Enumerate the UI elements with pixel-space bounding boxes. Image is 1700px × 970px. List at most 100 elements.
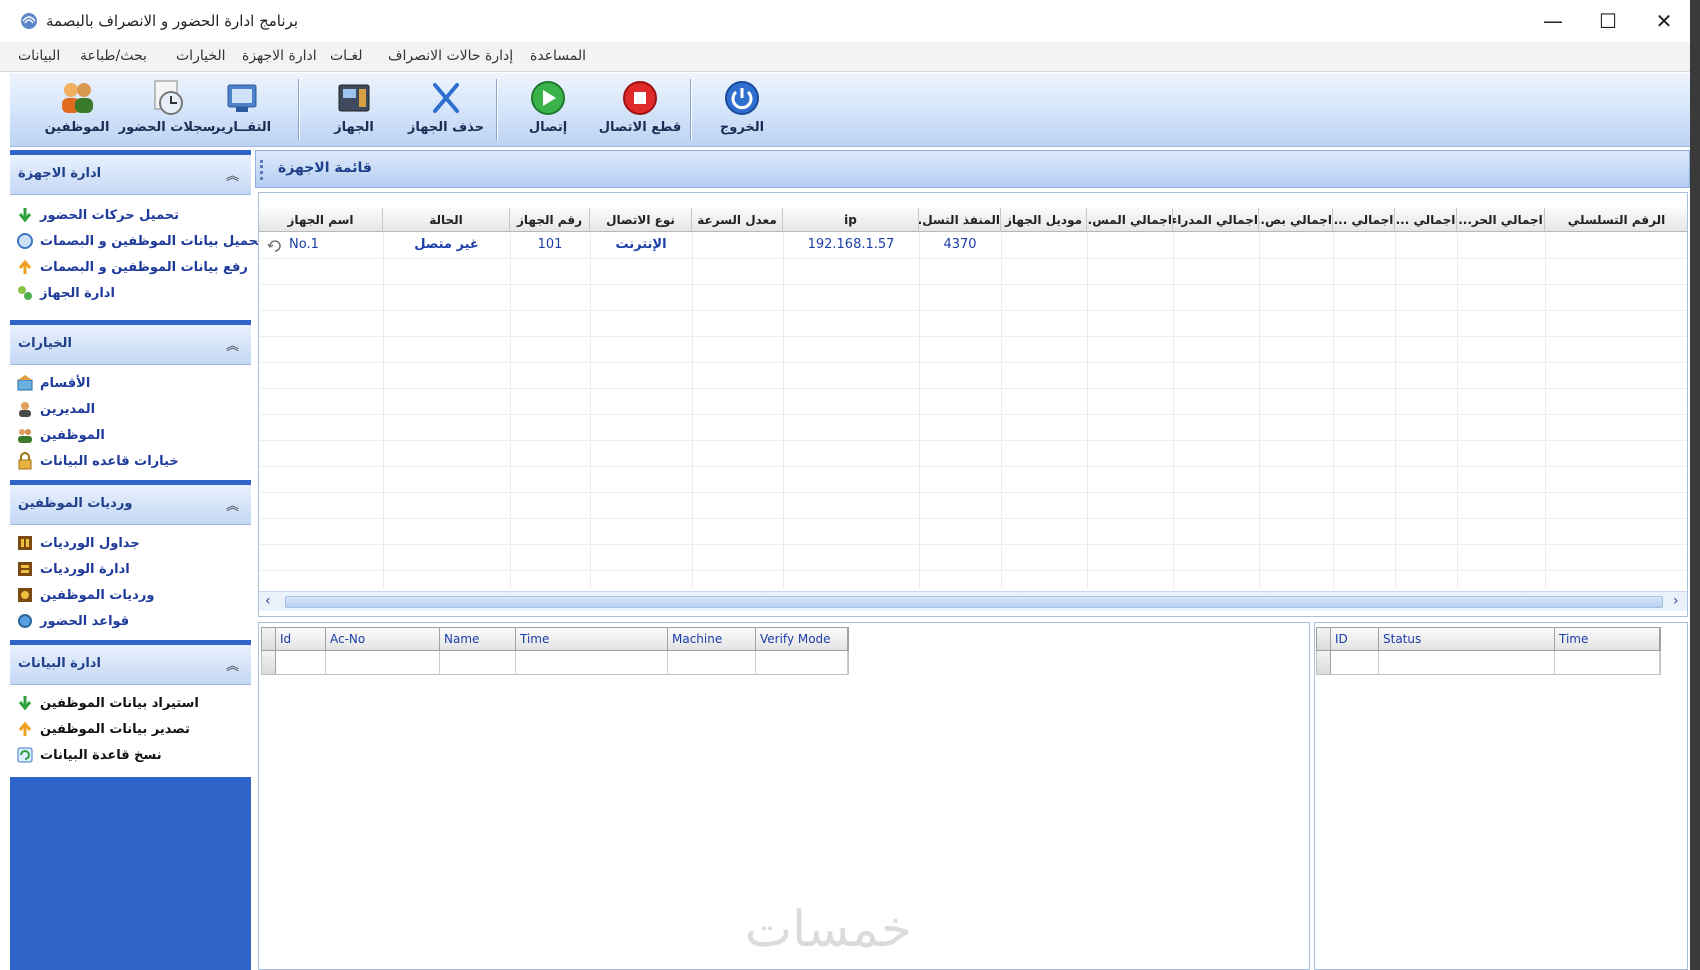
sidebar-item-export-employees[interactable]: تصدير بيانات الموظفين [16, 717, 190, 741]
collapse-icon[interactable]: ︽ [226, 335, 239, 354]
exit-button[interactable]: الخروج [692, 79, 792, 143]
column-header-total-a[interactable]: اجمالي ... [1333, 208, 1395, 232]
cell-device-no[interactable]: 101 [510, 237, 590, 252]
row-selector[interactable] [262, 651, 276, 674]
column-header-total-fp[interactable]: اجمالي بص... [1259, 208, 1333, 232]
column-header-machine[interactable]: Machine [668, 628, 756, 650]
cell-connection-type[interactable]: الإنترنت [590, 237, 692, 252]
sidebar-item-manage-shifts[interactable]: ادارة الورديات [16, 557, 130, 581]
menu-leave-states[interactable]: إدارة حالات الانصراف [388, 48, 513, 64]
table-cell[interactable] [276, 651, 326, 674]
column-header-ip[interactable]: ip [783, 208, 919, 232]
scrollbar-thumb[interactable] [285, 596, 1663, 608]
column-header-id[interactable]: Id [276, 628, 326, 650]
lock-icon [18, 452, 32, 470]
sidebar-item-employees[interactable]: الموظفين [16, 423, 105, 447]
minimize-button[interactable]: — [1525, 0, 1581, 42]
play-icon [531, 81, 565, 115]
grid-line [510, 233, 511, 588]
column-header-verify-mode[interactable]: Verify Mode [756, 628, 848, 650]
menu-options[interactable]: الخيارات [176, 48, 226, 64]
column-header-total-users[interactable]: اجمالي المس... [1087, 208, 1173, 232]
column-header-name[interactable]: Name [440, 628, 516, 650]
column-header-device-name[interactable]: اسم الجهاز [259, 208, 383, 232]
table-cell[interactable] [440, 651, 516, 674]
sidebar-item-employee-shifts[interactable]: ورديات الموظفين [16, 583, 154, 607]
menu-data[interactable]: البيانات [18, 48, 60, 64]
panel-title: ادارة البيانات [18, 656, 101, 671]
sidebar-item-label: ادارة الورديات [40, 561, 130, 577]
column-header-serial[interactable]: الرقم التسلسلي [1545, 208, 1687, 232]
table-cell[interactable] [1379, 651, 1555, 674]
table-cell[interactable] [516, 651, 668, 674]
employees-button[interactable]: الموظفين [27, 79, 127, 143]
employees-label: الموظفين [44, 120, 110, 135]
column-header-status-id[interactable]: ID [1331, 628, 1379, 650]
column-header-ac-no[interactable]: Ac-No [326, 628, 440, 650]
connect-button[interactable]: إتصال [498, 79, 598, 143]
column-header-model[interactable]: موديل الجهاز [1001, 208, 1087, 232]
column-header-port[interactable]: المنفذ التسل... [919, 208, 1001, 232]
panel-header[interactable]: ورديات الموظفين ︽ [10, 485, 251, 525]
column-header-total-b[interactable]: اجمالي ... [1395, 208, 1457, 232]
toolbar-separator [496, 79, 497, 141]
collapse-icon[interactable]: ︽ [226, 655, 239, 674]
sidebar-item-departments[interactable]: الأقسام [16, 371, 90, 395]
device-button[interactable]: الجهاز [304, 79, 404, 143]
reports-button[interactable]: التقــارير [192, 79, 292, 143]
column-header-time[interactable]: Time [516, 628, 668, 650]
column-header-status[interactable]: Status [1379, 628, 1555, 650]
cell-ip[interactable]: 192.168.1.57 [783, 237, 919, 252]
sidebar-item-upload-employees[interactable]: رفع بيانات الموظفين و البصمات [16, 255, 248, 279]
sidebar-item-manage-device[interactable]: ادارة الجهاز [16, 281, 115, 305]
menu-device-mgmt[interactable]: ادارة الاجهزة [242, 48, 317, 64]
panel-header[interactable]: ادارة البيانات ︽ [10, 645, 251, 685]
sidebar-item-download-employees[interactable]: تحميل بيانات الموظفين و البصمات [16, 229, 263, 253]
menu-languages[interactable]: لغـات [330, 48, 363, 64]
table-row[interactable] [1316, 651, 1661, 675]
table-row[interactable] [261, 651, 849, 675]
row-selector[interactable] [1317, 651, 1331, 674]
collapse-icon[interactable]: ︽ [226, 495, 239, 514]
sidebar-item-attendance-rules[interactable]: قواعد الحضور [16, 609, 129, 633]
disconnect-button[interactable]: قطع الاتصال [590, 79, 690, 143]
column-header-total-admins[interactable]: اجمالي المدراء... [1173, 208, 1259, 232]
reports-icon [227, 84, 257, 112]
table-cell[interactable] [326, 651, 440, 674]
column-header-connection-type[interactable]: نوع الاتصال [590, 208, 692, 232]
sidebar-item-download-attendance[interactable]: تحميل حركات الحضور [16, 203, 179, 227]
row-selector-header [1317, 628, 1331, 650]
table-cell[interactable] [1331, 651, 1379, 674]
maximize-button[interactable]: ☐ [1580, 0, 1636, 42]
grid-line [1457, 233, 1458, 588]
sidebar-item-shift-tables[interactable]: جداول الورديات [16, 531, 140, 555]
menu-help[interactable]: المساعدة [530, 48, 586, 64]
delete-device-button[interactable]: حذف الجهاز [396, 79, 496, 143]
scroll-right-icon[interactable]: › [1673, 593, 1679, 609]
scroll-left-icon[interactable]: ‹ [265, 593, 271, 609]
panel-header[interactable]: الخيارات ︽ [10, 325, 251, 365]
device-grid[interactable]: اسم الجهاز الحالة رقم الجهاز نوع الاتصال… [258, 192, 1688, 617]
sidebar-item-label: المديرين [40, 401, 96, 417]
panel-header[interactable]: ادارة الاجهزة ︽ [10, 155, 251, 195]
column-header-status[interactable]: الحالة [383, 208, 510, 232]
horizontal-scrollbar[interactable]: ‹ › [259, 591, 1687, 611]
column-header-speed[interactable]: معدل السرعة [692, 208, 783, 232]
sidebar-item-import-employees[interactable]: استيراد بيانات الموظفين [16, 691, 199, 715]
cell-status[interactable]: غير متصل [383, 237, 510, 252]
collapse-icon[interactable]: ︽ [226, 165, 239, 184]
table-cell[interactable] [668, 651, 756, 674]
connect-label: إتصال [528, 120, 568, 135]
sidebar-item-managers[interactable]: المديرين [16, 397, 95, 421]
sidebar-item-db-options[interactable]: خيارات قاعده البيانات [16, 449, 179, 473]
menu-search-print[interactable]: بحث/طباعة [80, 48, 147, 64]
column-header-status-time[interactable]: Time [1555, 628, 1660, 650]
table-cell[interactable] [1555, 651, 1660, 674]
column-header-device-no[interactable]: رقم الجهاز [510, 208, 590, 232]
close-button[interactable]: ✕ [1636, 0, 1692, 42]
table-cell[interactable] [756, 651, 848, 674]
column-header-total-free[interactable]: اجمالي الحر... [1457, 208, 1545, 232]
sidebar-item-backup-db[interactable]: نسخ قاعدة البيانات [16, 743, 162, 767]
cell-port[interactable]: 4370 [919, 237, 1001, 252]
cell-device-name[interactable]: No.1 [289, 237, 319, 252]
